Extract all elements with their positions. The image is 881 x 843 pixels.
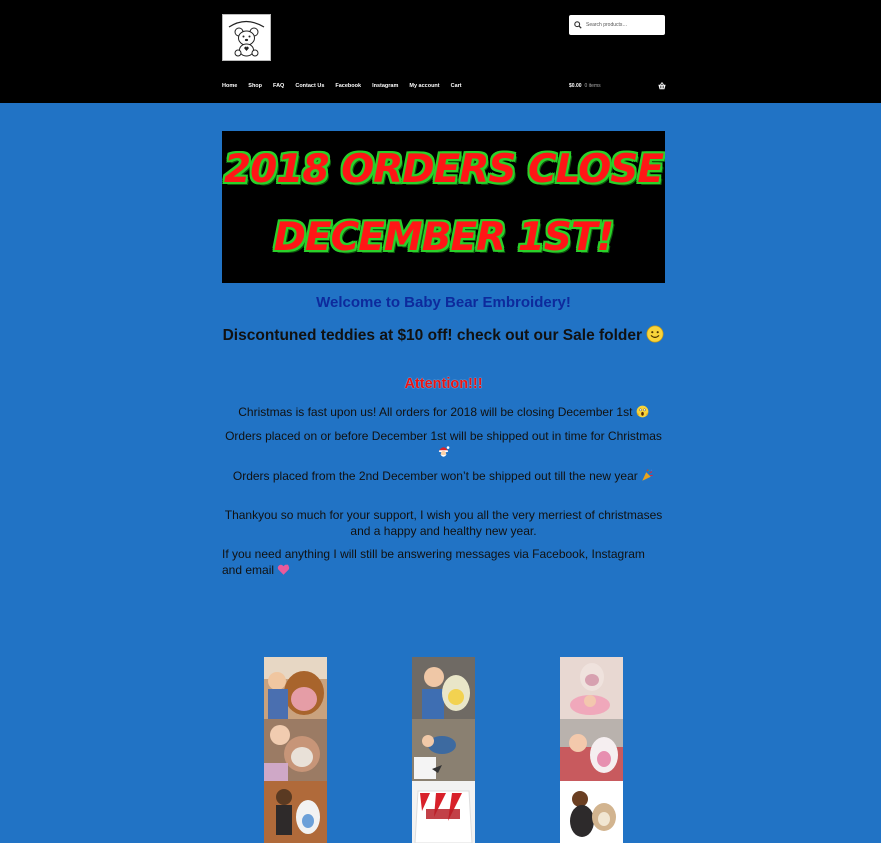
site-header: Home Shop FAQ Contact Us Facebook Instag… [0,0,881,103]
customer-photo[interactable] [412,657,475,719]
shipping-notice: Orders placed on or before December 1st … [222,428,665,460]
customer-photo[interactable] [560,719,623,781]
scream-emoji-icon [636,405,649,418]
search-box[interactable] [569,15,665,35]
nav-cart[interactable]: Cart [451,80,462,92]
thank-you-message: Thankyou so much for your support, I wis… [222,507,665,539]
sale-announcement: Discontuned teddies at $10 off! check ou… [222,325,665,345]
closing-notice-text: Christmas is fast upon us! All orders fo… [238,405,632,419]
contact-message: If you need anything I will still be ans… [222,546,665,578]
photo-bears-embroidered [264,719,327,781]
shipping-notice-text: Orders placed on or before December 1st … [225,429,662,443]
orders-close-banner: 2018 ORDERS CLOSE DECEMBER 1ST! [222,131,665,283]
nav-home[interactable]: Home [222,80,237,92]
photo-striped-christmas-sack [412,781,475,843]
sale-announcement-text: Discontuned teddies at $10 off! check ou… [223,327,642,344]
search-icon [574,21,582,29]
cart-count: 0 items [585,80,601,92]
closing-notice: Christmas is fast upon us! All orders fo… [222,404,665,420]
nav-my-account[interactable]: My account [409,80,439,92]
site-logo[interactable] [222,14,271,61]
customer-photo[interactable] [560,657,623,719]
nav-shop[interactable]: Shop [248,80,262,92]
new-year-notice-text: Orders placed from the 2nd December won’… [233,469,638,483]
photo-boy-with-bunny [412,657,475,719]
welcome-heading: Welcome to Baby Bear Embroidery! [222,294,665,311]
banner-line-1: 2018 ORDERS CLOSE [222,147,665,192]
party-popper-emoji-icon [641,469,654,482]
nav-contact-us[interactable]: Contact Us [295,80,324,92]
photo-baby-on-carpet [412,719,475,781]
banner-line-2: DECEMBER 1ST! [222,215,665,260]
bear-logo-icon [223,15,270,60]
santa-emoji-icon [437,445,450,458]
basket-icon [658,82,666,90]
smile-emoji-icon [646,325,664,343]
customer-photo[interactable] [264,719,327,781]
photo-toddler-with-unicorn [560,719,623,781]
customer-photo[interactable] [264,781,327,843]
two-hearts-emoji-icon [277,563,290,576]
attention-heading: Attention!!! [222,376,665,392]
photo-girl-with-dog-plush [560,781,623,843]
photo-child-with-bear [264,657,327,719]
primary-nav: Home Shop FAQ Contact Us Facebook Instag… [222,80,473,92]
customer-photo[interactable] [560,781,623,843]
nav-faq[interactable]: FAQ [273,80,284,92]
nav-facebook[interactable]: Facebook [335,80,361,92]
nav-instagram[interactable]: Instagram [372,80,398,92]
photo-baby-with-plush [560,657,623,719]
search-input[interactable] [586,18,656,32]
customer-photo[interactable] [412,781,475,843]
new-year-notice: Orders placed from the 2nd December won’… [222,468,665,484]
header-cart[interactable]: $0.00 0 items [569,80,666,92]
customer-photo[interactable] [412,719,475,781]
cart-amount: $0.00 [569,80,582,92]
photo-child-with-unicorn [264,781,327,843]
customer-photo[interactable] [264,657,327,719]
